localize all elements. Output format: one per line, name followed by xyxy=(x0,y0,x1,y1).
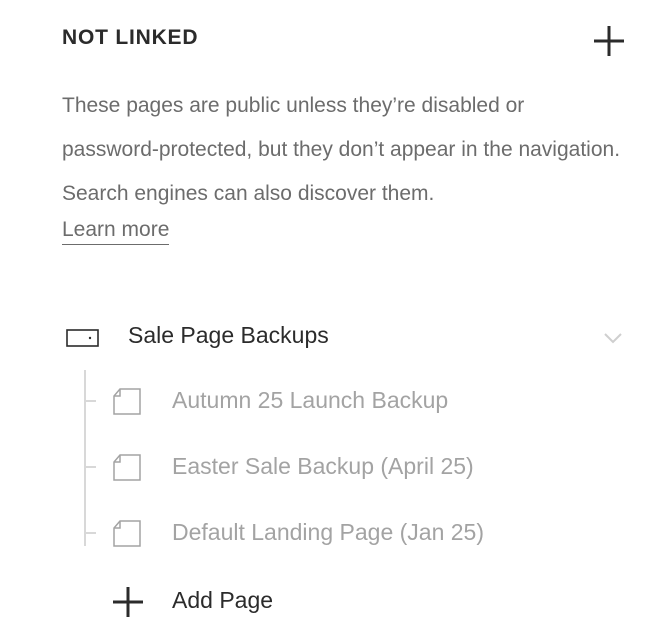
plus-icon xyxy=(594,26,624,56)
not-linked-panel: NOT LINKED These pages are public unless… xyxy=(0,0,664,640)
section-description: These pages are public unless they’re di… xyxy=(62,94,621,205)
page-icon xyxy=(113,520,141,547)
page-item[interactable]: Autumn 25 Launch Backup xyxy=(84,378,624,424)
tree-branch xyxy=(84,400,96,402)
page-item[interactable]: Easter Sale Backup (April 25) xyxy=(84,444,624,490)
page-label: Default Landing Page (Jan 25) xyxy=(172,519,484,545)
folder-label: Sale Page Backups xyxy=(128,322,329,348)
add-page-label: Add Page xyxy=(172,587,274,613)
plus-icon xyxy=(113,587,143,617)
page-icon xyxy=(113,454,141,481)
tree-branch xyxy=(84,532,96,534)
learn-more-link[interactable]: Learn more xyxy=(62,216,170,245)
page-icon xyxy=(113,388,141,415)
folder-icon xyxy=(66,329,99,347)
add-page-button[interactable]: Add Page xyxy=(110,578,410,624)
add-section-button[interactable] xyxy=(592,24,626,58)
tree-branch xyxy=(84,466,96,468)
page-item[interactable]: Default Landing Page (Jan 25) xyxy=(84,510,624,556)
page-label: Autumn 25 Launch Backup xyxy=(172,387,449,413)
folder-item-sale-page-backups[interactable]: Sale Page Backups xyxy=(62,314,634,360)
section-title: NOT LINKED xyxy=(62,26,199,49)
chevron-down-icon[interactable] xyxy=(602,330,624,346)
page-label: Easter Sale Backup (April 25) xyxy=(172,453,474,479)
